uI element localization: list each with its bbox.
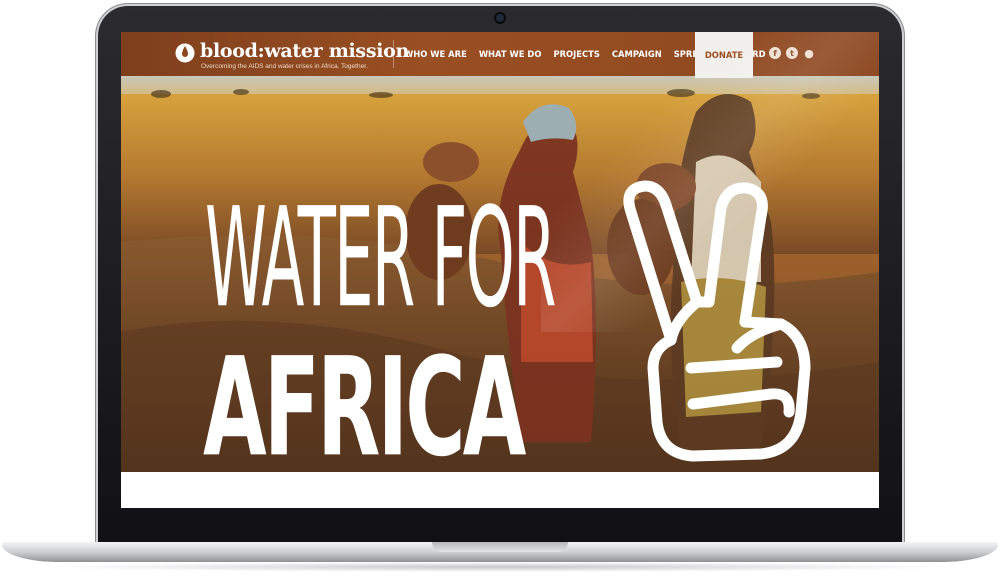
hero-headline-line2: AFRICA [203, 328, 526, 487]
nav-what-we-do[interactable]: WHAT WE DO [479, 49, 542, 59]
nav-who-we-are[interactable]: WHO WE ARE [404, 49, 467, 59]
content-area [121, 472, 879, 508]
nav-projects[interactable]: PROJECTS [553, 49, 599, 59]
camera-icon [496, 14, 504, 22]
twitter-icon[interactable]: t [786, 47, 798, 59]
browser-screen: blood:water mission Overcoming the AIDS … [121, 32, 879, 508]
trackpad-notch [432, 542, 568, 552]
social-links: f t ● [769, 47, 820, 60]
site-tagline: Overcoming the AIDS and water crises in … [201, 63, 368, 70]
chat-bubble-icon[interactable]: ● [803, 47, 815, 60]
peace-sign-hand-icon [623, 180, 811, 462]
donate-button[interactable]: DONATE [695, 32, 753, 78]
laptop-shadow [40, 562, 960, 572]
blood-drop-logo-icon[interactable] [175, 41, 195, 63]
hero-headline-line1: WATER FOR [205, 180, 556, 340]
top-nav: blood:water mission Overcoming the AIDS … [121, 32, 879, 78]
hero-banner: blood:water mission Overcoming the AIDS … [121, 32, 879, 487]
site-logo-text[interactable]: blood:water mission [200, 40, 409, 62]
nav-campaign[interactable]: CAMPAIGN [612, 49, 662, 59]
facebook-icon[interactable]: f [769, 47, 781, 59]
nav-divider [393, 40, 394, 68]
